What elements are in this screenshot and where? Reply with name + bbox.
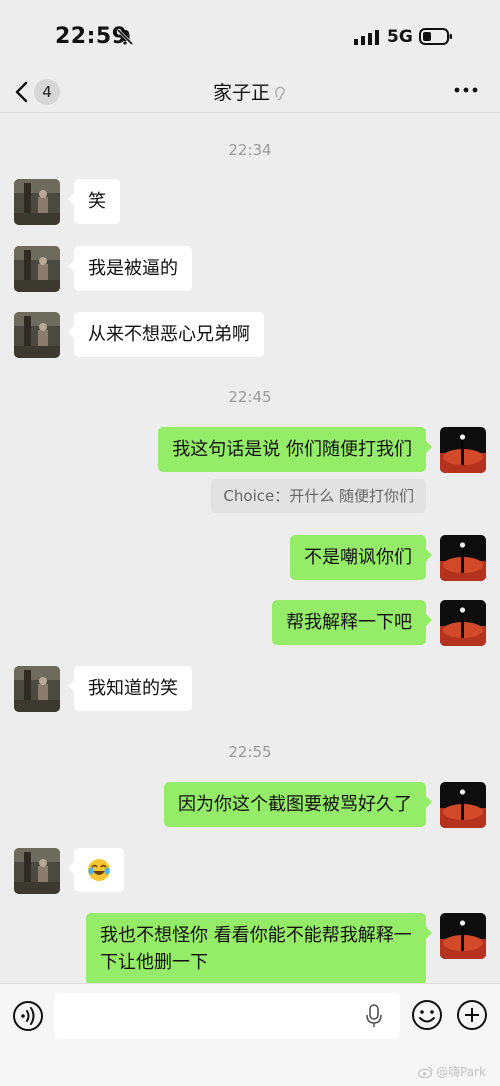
my-avatar[interactable]: [440, 427, 486, 473]
received-emoji-bubble[interactable]: [68, 848, 124, 892]
voice-input-icon[interactable]: [12, 1000, 44, 1032]
my-avatar[interactable]: [440, 535, 486, 581]
my-avatar[interactable]: [440, 913, 486, 959]
received-message-bubble[interactable]: 笑: [68, 179, 120, 224]
chat-header: 4 家子正: [0, 70, 500, 113]
received-message-bubble[interactable]: 从来不想恶心兄弟啊: [68, 312, 264, 357]
sent-message-bubble[interactable]: 帮我解释一下吧: [272, 600, 432, 645]
battery-icon: [419, 28, 452, 45]
sent-message-bubble[interactable]: 不是嘲讽你们: [290, 535, 432, 580]
my-avatar[interactable]: [440, 600, 486, 646]
ear-icon: [275, 86, 285, 101]
chat-title-text: 家子正: [212, 82, 270, 104]
my-avatar[interactable]: [440, 782, 486, 828]
sent-message-bubble[interactable]: 我这句话是说 你们随便打我们: [158, 427, 432, 472]
quoted-message[interactable]: Choice：开什么 随便打你们: [211, 479, 426, 513]
contact-avatar[interactable]: [14, 179, 60, 225]
watermark-text: @嗨Park: [436, 1065, 486, 1079]
weibo-logo-icon: [418, 1066, 433, 1078]
message-input[interactable]: [54, 993, 400, 1039]
timestamp-separator: 22:55: [228, 743, 272, 761]
contact-avatar[interactable]: [14, 666, 60, 712]
contact-avatar[interactable]: [14, 848, 60, 894]
contact-avatar[interactable]: [14, 312, 60, 358]
status-bar: 22:59 5G: [0, 0, 500, 72]
sent-message-bubble[interactable]: 我也不想怪你 看看你能不能帮我解释一下让他删一下: [86, 913, 432, 983]
crying-laughing-face-emoji: [88, 859, 110, 881]
more-options-icon[interactable]: [454, 78, 478, 102]
message-list[interactable]: 22:34 笑 我是被逼的 从来不想恶心兄弟啊 22:45 我这句话是说 你们随…: [0, 113, 500, 983]
timestamp-separator: 22:34: [228, 141, 272, 159]
received-message-bubble[interactable]: 我知道的笑: [68, 666, 192, 711]
bell-muted-icon: [116, 28, 134, 46]
signal-icon: [354, 30, 379, 45]
chat-title: 家子正: [0, 78, 500, 105]
emoji-icon[interactable]: [411, 999, 443, 1031]
network-type: 5G: [387, 27, 413, 47]
watermark: @嗨Park: [418, 1063, 486, 1080]
timestamp-separator: 22:45: [228, 388, 272, 406]
sent-message-bubble[interactable]: 因为你这个截图要被骂好久了: [164, 782, 432, 827]
received-message-bubble[interactable]: 我是被逼的: [68, 246, 192, 291]
contact-avatar[interactable]: [14, 246, 60, 292]
microphone-icon[interactable]: [366, 1004, 382, 1028]
plus-icon[interactable]: [456, 999, 488, 1031]
